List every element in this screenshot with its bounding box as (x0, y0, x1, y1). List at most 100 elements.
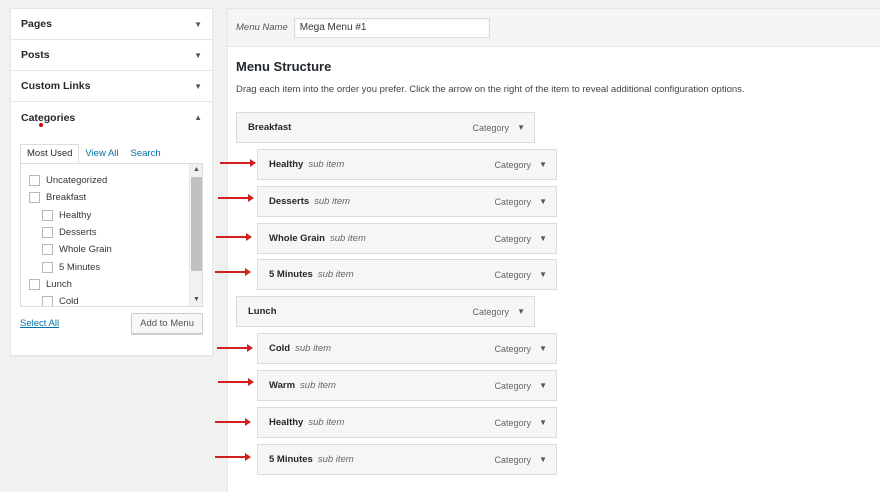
category-label: Desserts (59, 227, 97, 239)
chevron-down-icon[interactable]: ▼ (194, 82, 202, 91)
menu-editor: Menu Name Menu Structure Drag each item … (227, 8, 880, 492)
menu-item-title: Warm (269, 380, 296, 391)
menu-structure-description: Drag each item into the order you prefer… (236, 84, 745, 95)
chevron-down-icon[interactable]: ▼ (194, 20, 202, 29)
tab-search[interactable]: Search (125, 145, 167, 163)
annotation-arrow (220, 159, 256, 167)
menu-item[interactable]: Cold sub item Category ▼ (257, 333, 557, 364)
menu-item[interactable]: Desserts sub item Category ▼ (257, 186, 557, 217)
menu-item-subtitle: sub item (308, 159, 345, 170)
menu-item-type: Category (494, 380, 531, 391)
menu-item-subtitle: sub item (317, 269, 354, 280)
menu-item-title: 5 Minutes (269, 269, 313, 280)
menu-item-type: Category (494, 159, 531, 170)
menu-item[interactable]: Healthy sub item Category ▼ (257, 407, 557, 438)
menu-item[interactable]: Whole Grain sub item Category ▼ (257, 223, 557, 254)
menu-item-title: Whole Grain (269, 233, 325, 244)
checkbox[interactable] (42, 227, 53, 239)
chevron-up-icon[interactable]: ▲ (194, 113, 202, 122)
menu-name-label: Menu Name (236, 22, 288, 33)
menu-item[interactable]: 5 Minutes sub item Category ▼ (257, 259, 557, 290)
accordion-custom-links-label: Custom Links (21, 80, 91, 92)
chevron-down-icon[interactable]: ▼ (539, 381, 547, 390)
annotation-arrow (218, 378, 254, 386)
checkbox[interactable] (42, 261, 53, 273)
menu-item-subtitle: sub item (308, 417, 345, 428)
menu-item-title: Cold (269, 343, 291, 354)
menu-item-title: Desserts (269, 196, 310, 207)
chevron-down-icon[interactable]: ▼ (539, 197, 547, 206)
menu-item-type: Category (494, 454, 531, 465)
category-item[interactable]: Healthy (29, 207, 202, 224)
chevron-down-icon[interactable]: ▼ (539, 418, 547, 427)
menu-structure-title: Menu Structure (236, 59, 332, 74)
menu-item-title: Healthy (269, 159, 304, 170)
accordion-posts-label: Posts (21, 49, 50, 61)
chevron-down-icon[interactable]: ▼ (517, 307, 525, 316)
category-item[interactable]: Whole Grain (29, 241, 202, 258)
checkbox[interactable] (42, 296, 53, 306)
scroll-down-icon[interactable]: ▼ (190, 294, 202, 306)
menu-name-input[interactable] (293, 17, 490, 38)
cursor-dot (39, 123, 43, 127)
add-menu-items-panel: Pages ▼ Posts ▼ Custom Links ▼ Categorie… (10, 8, 213, 356)
category-label: 5 Minutes (59, 261, 101, 273)
menu-item[interactable]: 5 Minutes sub item Category ▼ (257, 444, 557, 475)
category-item[interactable]: Lunch (29, 276, 202, 293)
scrollbar[interactable]: ▲ ▼ (189, 164, 202, 306)
category-item[interactable]: 5 Minutes (29, 258, 202, 275)
category-item[interactable]: Breakfast (29, 189, 202, 206)
checkbox[interactable] (29, 278, 40, 290)
accordion-pages-label: Pages (21, 18, 52, 30)
menu-item[interactable]: Breakfast Category ▼ (236, 112, 535, 143)
add-to-menu-button[interactable]: Add to Menu (131, 313, 203, 334)
menu-item[interactable]: Warm sub item Category ▼ (257, 370, 557, 401)
annotation-arrow (216, 233, 252, 241)
menu-item-type: Category (494, 343, 531, 354)
annotation-arrow (217, 344, 253, 352)
checkbox[interactable] (42, 244, 53, 256)
category-checklist-panel: Uncategorized Breakfast Healthy Desserts… (20, 163, 203, 307)
menu-item-type: Category (494, 417, 531, 428)
category-label: Whole Grain (59, 244, 112, 256)
category-label: Cold (59, 296, 79, 307)
category-item[interactable]: Uncategorized (29, 172, 202, 189)
annotation-arrow (218, 194, 254, 202)
chevron-down-icon[interactable]: ▼ (539, 344, 547, 353)
menu-item-subtitle: sub item (300, 380, 336, 391)
checkbox[interactable] (29, 192, 40, 204)
chevron-down-icon[interactable]: ▼ (539, 160, 547, 169)
accordion-posts[interactable]: Posts ▼ (11, 40, 212, 71)
scrollbar-thumb[interactable] (191, 177, 202, 271)
scroll-up-icon[interactable]: ▲ (190, 164, 202, 176)
accordion-pages[interactable]: Pages ▼ (11, 9, 212, 40)
tab-view-all[interactable]: View All (79, 145, 124, 163)
select-all-link[interactable]: Select All (20, 318, 59, 329)
accordion-custom-links[interactable]: Custom Links ▼ (11, 71, 212, 102)
menu-item-title: 5 Minutes (269, 454, 313, 465)
chevron-down-icon[interactable]: ▼ (194, 51, 202, 60)
chevron-down-icon[interactable]: ▼ (539, 455, 547, 464)
menu-item-type: Category (494, 196, 531, 207)
accordion-categories-label: Categories (21, 111, 76, 124)
checkbox[interactable] (29, 175, 40, 187)
menu-header: Menu Name (228, 9, 880, 47)
menu-item-subtitle: sub item (295, 343, 332, 354)
tab-most-used[interactable]: Most Used (20, 144, 80, 164)
category-label: Breakfast (46, 192, 87, 204)
chevron-down-icon[interactable]: ▼ (539, 270, 547, 279)
menu-item[interactable]: Lunch Category ▼ (236, 296, 535, 327)
annotation-arrow (215, 418, 251, 426)
chevron-down-icon[interactable]: ▼ (517, 123, 525, 132)
menu-item-title: Lunch (248, 306, 277, 317)
menu-item-type: Category (472, 122, 509, 133)
menu-item-title: Healthy (269, 417, 304, 428)
checkbox[interactable] (42, 209, 53, 221)
category-item[interactable]: Cold (29, 293, 202, 307)
category-label: Lunch (46, 278, 72, 290)
menu-item[interactable]: Healthy sub item Category ▼ (257, 149, 557, 180)
menu-item-type: Category (472, 306, 509, 317)
accordion-categories[interactable]: Categories ▲ (11, 102, 212, 133)
chevron-down-icon[interactable]: ▼ (539, 234, 547, 243)
category-item[interactable]: Desserts (29, 224, 202, 241)
